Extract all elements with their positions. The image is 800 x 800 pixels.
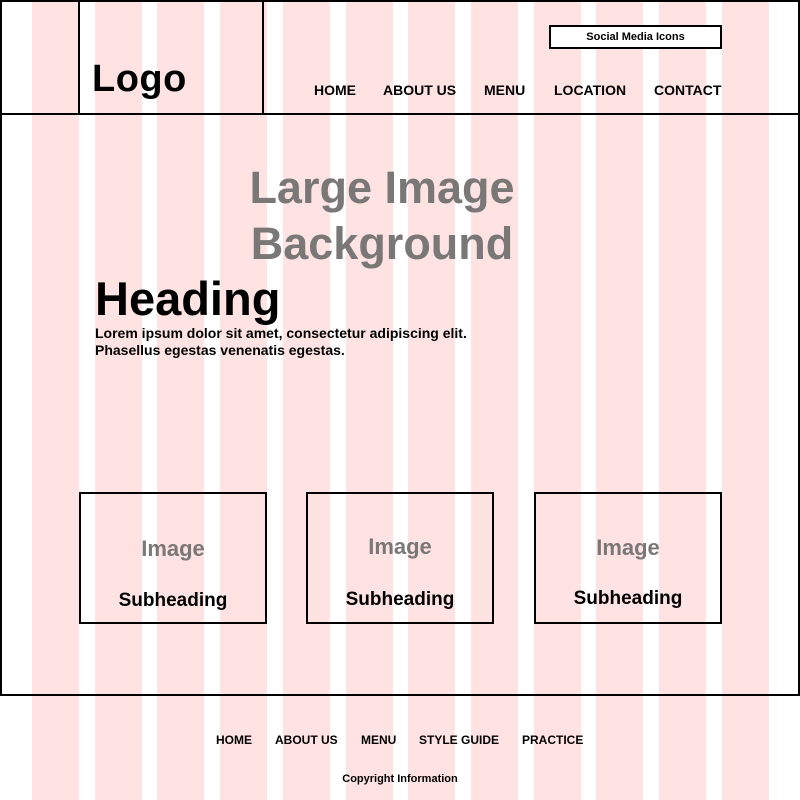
nav-home[interactable]: HOME — [314, 82, 356, 98]
footer-nav-practice[interactable]: PRACTICE — [522, 733, 583, 747]
footer-nav-menu[interactable]: MENU — [361, 733, 396, 747]
card-subheading: Subheading — [118, 590, 228, 611]
hero-body-line1: Lorem ipsum dolor sit amet, consectetur … — [95, 325, 467, 341]
footer-nav-about-us[interactable]: ABOUT US — [275, 733, 338, 747]
feature-card[interactable]: Image Subheading — [79, 492, 267, 624]
nav-menu[interactable]: MENU — [484, 82, 525, 98]
hero-background-label-line2: Background — [250, 218, 514, 269]
card-subheading: Subheading — [345, 589, 455, 610]
feature-card[interactable]: Image Subheading — [306, 492, 494, 624]
card-image-placeholder: Image — [368, 534, 432, 559]
hero-heading: Heading — [95, 272, 281, 325]
copyright: Copyright Information — [342, 773, 458, 785]
social-media-icons[interactable]: Social Media Icons — [549, 25, 722, 49]
logo[interactable]: Logo — [92, 58, 187, 101]
feature-card[interactable]: Image Subheading — [534, 492, 722, 624]
hero-body-line2: Phasellus egestas venenatis egestas. — [95, 342, 345, 358]
footer-nav-style-guide[interactable]: STYLE GUIDE — [419, 733, 499, 747]
hero-background-label-line1: Large Image — [249, 162, 515, 213]
nav-location[interactable]: LOCATION — [554, 82, 626, 98]
card-image-placeholder: Image — [141, 536, 205, 561]
card-image-placeholder: Image — [596, 535, 660, 560]
nav-about-us[interactable]: ABOUT US — [383, 82, 456, 98]
footer-nav-home[interactable]: HOME — [216, 733, 252, 747]
hero-body-text: Lorem ipsum dolor sit amet, consectetur … — [95, 325, 515, 359]
nav-contact[interactable]: CONTACT — [654, 82, 721, 98]
hero-background-placeholder: Large Image Background — [200, 160, 564, 272]
card-subheading: Subheading — [573, 588, 683, 609]
